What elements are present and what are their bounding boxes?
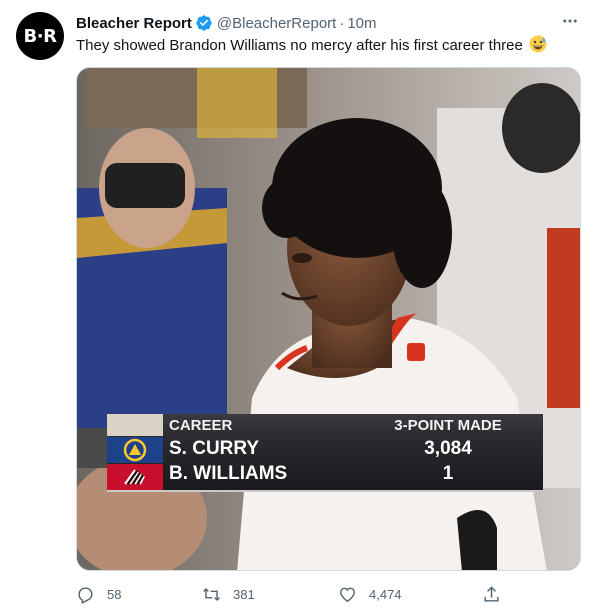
like-button[interactable]: 4,474 [338,583,402,605]
verified-badge-icon [196,15,212,31]
author-name[interactable]: Bleacher Report [76,15,192,32]
reply-button[interactable]: 58 [76,583,121,605]
blazers-logo-icon [107,464,163,490]
heart-icon [340,587,355,602]
tweet-actions-bar: 58 381 4,474 [76,583,506,605]
reply-icon [78,586,93,604]
career-stats-scorebug: CAREER 3-POINT MADE S. CURRY 3,084 B. WI… [107,414,543,492]
tweet-media-image[interactable]: CAREER 3-POINT MADE S. CURRY 3,084 B. WI… [76,67,581,571]
retweet-button[interactable]: 381 [202,583,255,605]
share-icon [484,585,499,602]
tweet-text: They showed Brandon Williams no mercy af… [76,37,523,54]
tweet: B·R Bleacher Report @BleacherReport · 10… [0,0,597,610]
grinning-sweat-emoji-icon [529,35,547,53]
tweet-header: Bleacher Report @BleacherReport · 10m [76,13,557,33]
scorebug-player-name: B. WILLIAMS [169,463,288,484]
scorebug-logo-panel [107,414,163,436]
share-button[interactable] [482,583,513,605]
scorebug-category: CAREER [169,417,233,434]
tweet-text-line: They showed Brandon Williams no mercy af… [76,35,577,56]
scorebug-underline [107,490,543,492]
scorebug-player-value: 1 [442,463,454,484]
reply-count: 58 [107,586,122,602]
retweet-count: 381 [233,586,255,602]
retweet-icon [203,587,220,601]
separator-dot: · [339,14,345,32]
video-frame-image [77,68,580,570]
warriors-logo-icon [107,437,163,463]
scorebug-stat-title: 3-POINT MADE [394,417,502,434]
avatar[interactable]: B·R [16,12,64,60]
like-count: 4,474 [369,586,402,602]
scorebug-player-value: 3,084 [424,438,472,459]
more-dots-icon[interactable] [559,10,581,32]
author-handle[interactable]: @BleacherReport [217,15,336,32]
scorebug-player-name: S. CURRY [169,438,260,459]
tweet-timestamp[interactable]: 10m [347,15,376,32]
